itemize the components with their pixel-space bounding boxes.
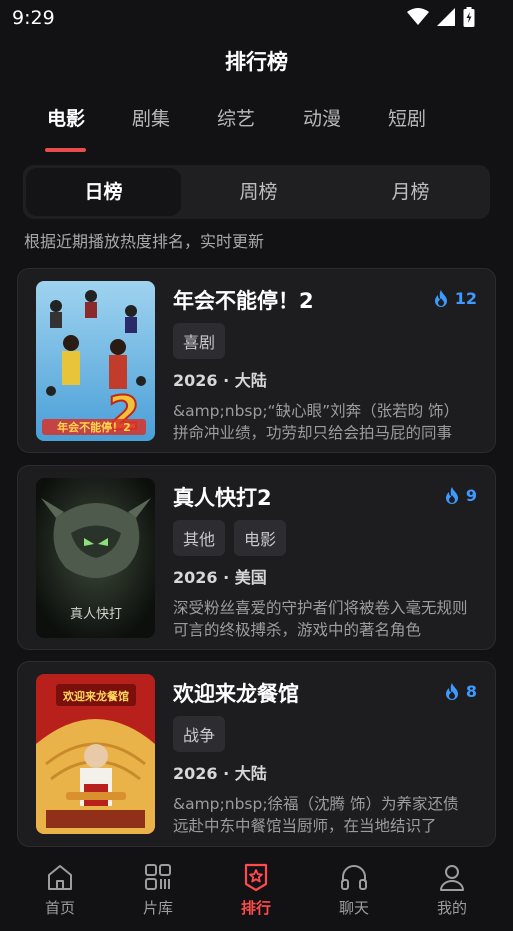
library-icon [145, 864, 171, 890]
tab-short-drama[interactable]: 短剧 [377, 104, 437, 131]
period-segment: 日榜 周榜 月榜 [23, 165, 490, 219]
home-icon [48, 865, 72, 890]
genre-tag[interactable]: 其他 [173, 520, 226, 556]
battery-icon [463, 7, 475, 27]
heat-indicator: 9 [444, 486, 477, 505]
ranking-card[interactable]: 真人快打 真人快打2 9 其他 电影 2026 · 美国 深受粉丝喜爱的守护者们… [17, 465, 496, 650]
heat-count: 9 [465, 486, 477, 505]
wifi-icon [407, 8, 429, 25]
year-region: 2026 · 美国 [173, 568, 267, 587]
poster-title-text: 真人快打 [70, 607, 122, 622]
user-icon [440, 865, 464, 891]
active-tab-indicator [45, 148, 86, 152]
genre-tag[interactable]: 电影 [234, 520, 287, 556]
flame-icon [434, 289, 447, 307]
movie-description: &amp;nbsp;徐福（沈腾 饰）为养家还债远赴中东中餐馆当厨师，在当地结识了 [173, 793, 473, 837]
cell-signal-icon [437, 8, 455, 26]
tag-list: 其他 电影 [173, 520, 287, 556]
heat-indicator: 12 [433, 289, 477, 308]
year-region: 2026 · 大陆 [173, 764, 267, 783]
nav-label: 片库 [142, 899, 173, 917]
nav-home[interactable]: 首页 [30, 862, 90, 918]
nav-ranking[interactable]: 排行 [226, 862, 286, 918]
flame-icon [445, 682, 458, 700]
tag-list: 战争 [173, 716, 226, 752]
description-text: &amp;nbsp;徐福（沈腾 饰）为养家还债远赴中东中餐馆当厨师，在当地结识了 [173, 795, 459, 835]
nav-profile[interactable]: 我的 [422, 862, 482, 918]
tab-anime[interactable]: 动漫 [292, 104, 352, 131]
poster-title-text: 年会不能停！2 [57, 420, 131, 434]
nav-label: 首页 [44, 899, 75, 917]
genre-tag[interactable]: 喜剧 [173, 323, 226, 359]
nav-chat[interactable]: 聊天 [324, 862, 384, 918]
description-text: &amp;nbsp;“缺心眼”刘奔（张若昀 饰）拼命冲业绩，功劳却只给会拍马屁的… [173, 402, 460, 442]
page-title: 排行榜 [225, 50, 288, 74]
description-text: 深受粉丝喜爱的守护者们将被卷入毫无规则可言的终极搏杀，游戏中的著名角色 [173, 599, 468, 639]
genre-tag[interactable]: 战争 [173, 716, 226, 752]
ranking-badge-icon [244, 863, 268, 892]
poster-image: 2 年会不能停！2 [36, 281, 155, 441]
poster-image: 真人快打 [36, 478, 155, 638]
heat-indicator: 8 [444, 682, 477, 701]
category-tabs: 电影 剧集 综艺 动漫 短剧 [0, 104, 513, 154]
movie-title: 欢迎来龙餐馆 [173, 682, 299, 706]
tab-variety[interactable]: 综艺 [206, 104, 266, 131]
status-time: 9:29 [12, 7, 55, 29]
status-bar: 9:29 [0, 0, 513, 34]
movie-title: 真人快打2 [173, 486, 272, 510]
tag-list: 喜剧 [173, 323, 226, 359]
headphones-icon [341, 865, 367, 890]
flame-icon [445, 486, 458, 504]
movie-title: 年会不能停！2 [173, 289, 314, 313]
ranking-hint: 根据近期播放热度排名，实时更新 [24, 232, 265, 251]
heat-count: 12 [454, 289, 477, 308]
tab-series[interactable]: 剧集 [121, 104, 181, 131]
ranking-card[interactable]: 2 年会不能停！2 年会不能停！2 12 喜剧 2026 · 大陆 &amp;n… [17, 268, 496, 453]
nav-library[interactable]: 片库 [128, 862, 188, 918]
nav-label: 聊天 [338, 899, 369, 917]
ranking-card[interactable]: 欢迎来龙餐馆 欢迎来龙餐馆 8 战争 2026 · 大陆 &amp;nbsp;徐… [17, 661, 496, 847]
tab-weekly[interactable]: 周榜 [181, 165, 336, 219]
nav-label: 排行 [240, 899, 271, 917]
heat-count: 8 [465, 682, 477, 701]
movie-description: &amp;nbsp;“缺心眼”刘奔（张若昀 饰）拼命冲业绩，功劳却只给会拍马屁的… [173, 400, 473, 444]
bottom-nav: 首页 片库 排行 聊天 我的 [0, 850, 513, 931]
status-icons [407, 7, 475, 27]
poster-image: 欢迎来龙餐馆 [36, 674, 155, 834]
tab-daily[interactable]: 日榜 [26, 168, 181, 216]
poster-title-text: 欢迎来龙餐馆 [62, 689, 129, 703]
tab-monthly[interactable]: 月榜 [333, 165, 488, 219]
nav-label: 我的 [436, 899, 467, 917]
movie-description: 深受粉丝喜爱的守护者们将被卷入毫无规则可言的终极搏杀，游戏中的著名角色 [173, 597, 473, 641]
tab-movie[interactable]: 电影 [36, 104, 96, 131]
year-region: 2026 · 大陆 [173, 371, 267, 390]
